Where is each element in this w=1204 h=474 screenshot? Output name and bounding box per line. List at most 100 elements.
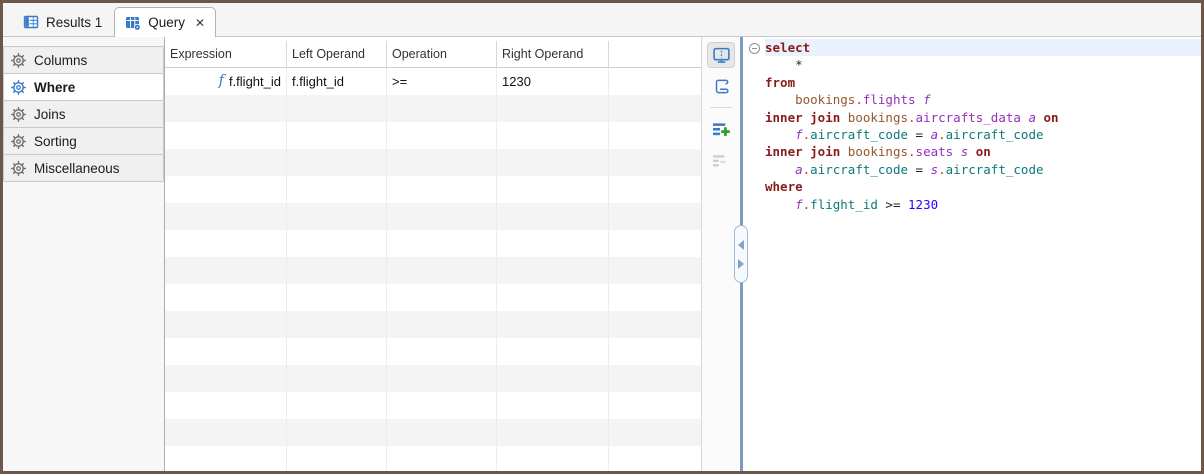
empty-cell <box>609 419 701 446</box>
empty-cell <box>387 122 497 149</box>
grid-empty-row[interactable] <box>165 230 701 257</box>
empty-cell <box>609 392 701 419</box>
sidebar-item-label: Where <box>34 80 75 95</box>
empty-cell <box>287 149 387 176</box>
sidebar-item-label: Miscellaneous <box>34 161 120 176</box>
column-header-operation[interactable]: Operation <box>387 41 497 67</box>
sidebar-item-columns[interactable]: Columns <box>3 46 164 74</box>
grid-empty-row[interactable] <box>165 311 701 338</box>
cell-left-operand[interactable]: f.flight_id <box>287 68 387 95</box>
grid-empty-row[interactable] <box>165 446 701 471</box>
open-sql-text-button[interactable] <box>707 73 735 99</box>
sql-line: a.aircraft_code = s.aircraft_code <box>765 161 1201 178</box>
collapse-right-icon[interactable] <box>738 259 744 269</box>
empty-cell <box>497 203 609 230</box>
query-builder-icon <box>125 15 141 31</box>
grid-empty-row[interactable] <box>165 257 701 284</box>
grid-empty-row[interactable] <box>165 392 701 419</box>
main-area: Columns Where Joins Sorting Miscellaneou… <box>3 37 1201 471</box>
splitter-collapse-handle[interactable] <box>734 225 748 283</box>
column-header-expression[interactable]: Expression <box>165 41 287 67</box>
empty-cell <box>165 311 287 338</box>
grid-empty-row[interactable] <box>165 203 701 230</box>
empty-cell <box>287 122 387 149</box>
empty-cell <box>287 176 387 203</box>
remove-condition-button[interactable] <box>707 147 735 173</box>
empty-cell <box>497 95 609 122</box>
empty-cell <box>287 365 387 392</box>
empty-cell <box>497 392 609 419</box>
empty-cell <box>387 419 497 446</box>
empty-cell <box>387 257 497 284</box>
empty-cell <box>165 230 287 257</box>
tab-query[interactable]: Query ✕ <box>114 7 216 37</box>
gear-icon <box>11 80 26 95</box>
empty-cell <box>609 311 701 338</box>
grid-empty-row[interactable] <box>165 419 701 446</box>
empty-cell <box>287 95 387 122</box>
cell-expression[interactable]: f f.flight_id <box>165 68 287 95</box>
fold-collapse-icon[interactable] <box>749 43 760 54</box>
empty-cell <box>609 230 701 257</box>
sql-line: * <box>765 56 1201 73</box>
sql-line: f.aircraft_code = a.aircraft_code <box>765 126 1201 143</box>
remove-row-icon <box>712 152 731 169</box>
grid-empty-row[interactable] <box>165 365 701 392</box>
sql-line: bookings.flights f <box>765 91 1201 108</box>
empty-cell <box>287 311 387 338</box>
column-header-left-operand[interactable]: Left Operand <box>287 41 387 67</box>
empty-cell <box>497 446 609 471</box>
sql-preview-editor[interactable]: select *from bookings.flights finner joi… <box>743 37 1201 471</box>
empty-cell <box>165 176 287 203</box>
empty-cell <box>497 311 609 338</box>
collapse-left-icon[interactable] <box>738 240 744 250</box>
empty-cell <box>609 365 701 392</box>
sql-line: inner join bookings.seats s on <box>765 143 1201 160</box>
empty-cell <box>609 284 701 311</box>
sidebar-item-sorting[interactable]: Sorting <box>3 127 164 155</box>
monitor-dotted-icon <box>712 47 731 64</box>
cell-right-operand[interactable]: 1230 <box>497 68 609 95</box>
grid-empty-row[interactable] <box>165 176 701 203</box>
empty-cell <box>165 284 287 311</box>
sql-line: select <box>765 39 1201 56</box>
sidebar-item-joins[interactable]: Joins <box>3 100 164 128</box>
cell-operation[interactable]: >= <box>387 68 497 95</box>
panel-splitter[interactable] <box>740 37 743 471</box>
editor-tabbar: Results 1 Query ✕ <box>3 3 1201 37</box>
sidebar-item-label: Columns <box>34 53 87 68</box>
empty-cell <box>165 392 287 419</box>
grid-empty-row[interactable] <box>165 122 701 149</box>
empty-cell <box>165 419 287 446</box>
empty-cell <box>287 257 387 284</box>
toggle-preview-panel-button[interactable] <box>707 42 735 68</box>
empty-cell <box>287 284 387 311</box>
empty-cell <box>609 95 701 122</box>
empty-cell <box>497 122 609 149</box>
sidebar-item-where[interactable]: Where <box>3 73 164 101</box>
empty-cell <box>497 365 609 392</box>
function-icon: f <box>219 74 224 89</box>
condition-row[interactable]: f f.flight_id f.flight_id >= 1230 <box>165 68 701 95</box>
column-header-right-operand[interactable]: Right Operand <box>497 41 609 67</box>
empty-cell <box>387 149 497 176</box>
grid-empty-row[interactable] <box>165 284 701 311</box>
empty-cell <box>287 230 387 257</box>
grid-empty-row[interactable] <box>165 95 701 122</box>
sidebar-item-label: Joins <box>34 107 66 122</box>
empty-cell <box>165 149 287 176</box>
sql-line: inner join bookings.aircrafts_data a on <box>765 109 1201 126</box>
empty-cell <box>497 230 609 257</box>
add-condition-button[interactable] <box>707 116 735 142</box>
grid-empty-row[interactable] <box>165 338 701 365</box>
sql-line: where <box>765 178 1201 195</box>
empty-cell <box>497 284 609 311</box>
empty-cell <box>165 365 287 392</box>
close-icon[interactable]: ✕ <box>195 17 205 29</box>
gear-icon <box>11 53 26 68</box>
sidebar-item-miscellaneous[interactable]: Miscellaneous <box>3 154 164 182</box>
tab-results[interactable]: Results 1 <box>11 8 114 36</box>
sql-code[interactable]: select *from bookings.flights finner joi… <box>765 39 1201 471</box>
grid-empty-row[interactable] <box>165 149 701 176</box>
empty-cell <box>497 338 609 365</box>
